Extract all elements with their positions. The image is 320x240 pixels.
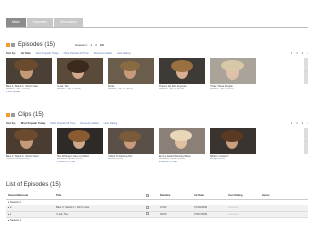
page-2[interactable]: 2 xyxy=(296,122,297,125)
episodes-row: Bare It, Stand It, I Don't Care Season 1… xyxy=(6,58,308,94)
episode-meta: Season 1 : Ep. 12 (41:50) xyxy=(159,88,184,90)
episode-card[interactable]: Bare It, Stand It, I Don't Care Season 1… xyxy=(6,58,52,94)
row-checkbox[interactable] xyxy=(146,205,149,209)
page-2[interactable]: 2 xyxy=(296,52,297,55)
clip-card[interactable]: What Is Justice? Excerpt (00:50) xyxy=(210,128,256,164)
episodes-table: Season/Episode Title Runtime Air Date Us… xyxy=(6,193,308,223)
sort-popular-all-time[interactable]: Most Popular All Time xyxy=(64,52,89,55)
clip-card[interactable]: The Writing Is Like of a Mind Behind the… xyxy=(57,128,103,164)
clip-thumbnail[interactable] xyxy=(6,128,52,154)
clip-card[interactable]: Emmy Award-Winning Show Behind the Scene… xyxy=(159,128,205,164)
episode-thumbnail[interactable] xyxy=(108,58,154,84)
episode-meta: Season 1 : Ep. 3 (42:41) xyxy=(210,88,234,90)
tab-divider xyxy=(6,27,308,28)
list-view-icon[interactable] xyxy=(11,112,15,117)
sort-user-rating[interactable]: User Rating xyxy=(104,122,118,125)
episode-extra[interactable]: ▸ Next episode xyxy=(6,91,52,94)
row-checkbox[interactable] xyxy=(146,212,149,215)
clips-sortbar: Sort by: Most Popular Today Most Popular… xyxy=(6,122,308,125)
tab-discussion[interactable]: Discussion xyxy=(54,18,83,27)
episode-card[interactable]: I Lied, Too Season 2 : Ep. 1 (39:58) xyxy=(57,58,103,94)
clip-meta: Current Preview (00:30) xyxy=(6,158,30,160)
clips-title: Clips (15) xyxy=(18,111,44,118)
page-3[interactable]: 3 xyxy=(302,52,303,55)
list-view-icon[interactable] xyxy=(11,42,15,47)
episode-meta: Season 2 : Ep. 1 (39:58) xyxy=(57,88,81,90)
tab-episodes[interactable]: Episodes xyxy=(26,18,53,27)
season-option-2[interactable]: 2 xyxy=(95,43,97,47)
sort-recently-added[interactable]: Recently Added xyxy=(94,52,112,55)
episodes-title: Episodes (15) xyxy=(18,41,56,48)
sort-popular-all-time[interactable]: Most Popular All Time xyxy=(50,122,75,125)
rating-stars-icon[interactable]: ★★★★★ xyxy=(228,213,238,216)
episode-thumbnail[interactable] xyxy=(57,58,103,84)
clips-header: Clips (15) xyxy=(6,110,308,119)
sort-air-date[interactable]: Air Date xyxy=(21,52,31,55)
clip-extra[interactable]: ▸ Explore in 1 clips xyxy=(159,161,205,164)
clip-card[interactable]: I Want To Destroy Her Excerpt (00:56) xyxy=(108,128,154,164)
season-option-1[interactable]: 1 xyxy=(91,43,93,47)
episode-card[interactable]: Smile Season 1 : Ep. 11 (36:55) xyxy=(108,58,154,94)
tab-main[interactable]: Main xyxy=(6,18,26,27)
sort-user-rating[interactable]: User Rating xyxy=(117,52,131,55)
clip-thumbnail[interactable] xyxy=(108,128,154,154)
clips-row: Bare It, Stand It, I Don't Care! Current… xyxy=(6,128,308,164)
select-all-checkbox[interactable] xyxy=(146,193,149,197)
rating-stars-icon[interactable]: ★★★★★ xyxy=(228,206,238,209)
page-3[interactable]: 3 xyxy=(302,122,303,125)
episodes-header: Episodes (15) Seasons: 1 2 All xyxy=(6,40,308,49)
clip-extra[interactable]: ▸ Explore in 1 clips xyxy=(57,161,103,164)
episode-card[interactable]: I Hate These People Season 1 : Ep. 3 (42… xyxy=(210,58,256,94)
clip-meta: Excerpt (00:50) xyxy=(210,158,225,160)
clip-thumbnail[interactable] xyxy=(210,128,256,154)
sort-popular-today[interactable]: Most Popular Today xyxy=(36,52,59,55)
page-1[interactable]: 1 xyxy=(291,122,292,125)
episode-thumbnail[interactable] xyxy=(210,58,256,84)
grid-view-icon[interactable] xyxy=(6,42,10,47)
clip-thumbnail[interactable] xyxy=(57,128,103,154)
episodes-sortbar: Sort by: Air Date Most Popular Today Mos… xyxy=(6,52,308,55)
sort-popular-today[interactable]: Most Popular Today xyxy=(21,122,46,125)
next-page-icon[interactable]: › xyxy=(307,122,308,125)
sort-recently-added[interactable]: Recently Added xyxy=(81,122,99,125)
season-group-row[interactable]: ▸ Season 1 xyxy=(6,217,308,223)
season-selector: Seasons: 1 2 All xyxy=(75,42,104,47)
list-title: List of Episodes (15) xyxy=(6,182,61,188)
grid-view-icon[interactable] xyxy=(6,112,10,117)
episode-meta: Season 1 : Ep. 11 (36:55) xyxy=(108,88,133,90)
episode-thumbnail[interactable] xyxy=(159,58,205,84)
clip-card[interactable]: Bare It, Stand It, I Don't Care! Current… xyxy=(6,128,52,164)
episode-card[interactable]: There's No Win Anymore Season 1 : Ep. 12… xyxy=(159,58,205,94)
page-1[interactable]: 1 xyxy=(291,52,292,55)
next-page-icon[interactable]: › xyxy=(307,52,308,55)
season-option-all[interactable]: All xyxy=(100,43,104,47)
scroll-right-icon[interactable]: › xyxy=(304,58,308,84)
clips-pager: 1 2 3 › xyxy=(291,122,308,125)
episode-thumbnail[interactable] xyxy=(6,58,52,84)
clip-thumbnail[interactable] xyxy=(159,128,205,154)
scroll-right-icon[interactable]: › xyxy=(304,128,308,154)
episodes-pager: 1 2 3 › xyxy=(291,52,308,55)
tab-bar: Main Episodes Discussion xyxy=(6,18,83,27)
clip-meta: Excerpt (00:56) xyxy=(108,158,123,160)
